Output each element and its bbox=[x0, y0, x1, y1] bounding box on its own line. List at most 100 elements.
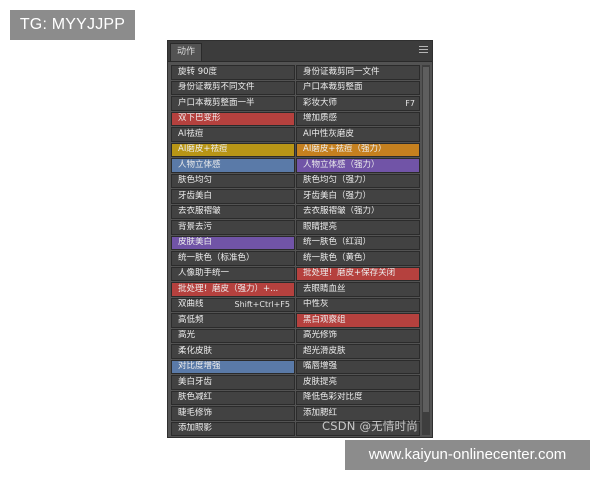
action-button[interactable]: 皮肤美白 bbox=[171, 235, 295, 250]
tab-actions[interactable]: 动作 bbox=[170, 43, 203, 61]
action-label: 人像助手统一 bbox=[178, 268, 230, 279]
action-button[interactable]: 高光修饰 bbox=[296, 328, 420, 343]
action-label: 批处理！磨皮（强力）+... bbox=[178, 283, 279, 294]
action-button[interactable]: 户口本裁剪整面 bbox=[296, 80, 420, 95]
scrollbar-thumb[interactable] bbox=[423, 67, 429, 412]
action-button[interactable]: 双下巴变形 bbox=[171, 111, 295, 126]
action-label: 睫毛修饰 bbox=[178, 407, 213, 418]
tg-badge: TG: MYYJJPP bbox=[10, 10, 135, 40]
action-button[interactable]: 降低色彩对比度 bbox=[296, 390, 420, 405]
action-label: 统一肤色（红润） bbox=[303, 237, 372, 248]
hamburger-menu-icon[interactable] bbox=[419, 46, 428, 55]
action-button[interactable]: 高光 bbox=[171, 328, 295, 343]
action-label: 户口本裁剪整面 bbox=[303, 82, 363, 93]
action-button[interactable]: 批处理！磨皮+保存关闭 bbox=[296, 266, 420, 281]
action-label: 去衣服褶皱 bbox=[178, 206, 221, 217]
action-label: 中性灰 bbox=[303, 299, 329, 310]
action-label: 对比度增强 bbox=[178, 361, 221, 372]
action-button[interactable]: 高低频 bbox=[171, 313, 295, 328]
action-button[interactable]: AI中性灰磨皮 bbox=[296, 127, 420, 142]
action-label: AI磨皮+祛痘 bbox=[178, 144, 228, 155]
action-label: 人物立体感（强力） bbox=[303, 159, 380, 170]
action-button[interactable]: 去眼睛血丝 bbox=[296, 282, 420, 297]
watermark: CSDN @无情时尚 bbox=[322, 419, 418, 433]
scrollbar[interactable] bbox=[422, 65, 430, 435]
action-button[interactable]: 人物立体感（强力） bbox=[296, 158, 420, 173]
action-label: 牙齿美白 bbox=[178, 190, 213, 201]
action-label: 黑白观察组 bbox=[303, 314, 346, 325]
action-button[interactable]: 黑白观察组 bbox=[296, 313, 420, 328]
url-badge: www.kaiyun-onlinecenter.com bbox=[345, 440, 590, 470]
action-button[interactable]: 身份证裁剪同一文件 bbox=[296, 65, 420, 80]
action-shortcut: Shift+Ctrl+F5 bbox=[234, 300, 290, 310]
actions-panel: 动作 旋转 90度 身份证裁剪同一文件身份证裁剪不同文件 户口本裁剪整面户口本裁剪整… bbox=[167, 40, 433, 438]
action-label: AI磨皮+祛痘（强力） bbox=[303, 144, 387, 155]
action-button[interactable]: 眼睛提亮 bbox=[296, 220, 420, 235]
action-button[interactable]: 统一肤色（黄色） bbox=[296, 251, 420, 266]
action-label: 皮肤提亮 bbox=[303, 376, 338, 387]
action-button[interactable]: 旋转 90度 bbox=[171, 65, 295, 80]
action-button[interactable]: 去衣服褶皱（强力） bbox=[296, 204, 420, 219]
action-button[interactable]: 户口本裁剪整面一半 bbox=[171, 96, 295, 111]
action-label: 降低色彩对比度 bbox=[303, 392, 363, 403]
action-label: 身份证裁剪不同文件 bbox=[178, 82, 255, 93]
action-button[interactable]: 嘴唇增强 bbox=[296, 359, 420, 374]
action-button[interactable]: 肤色均匀 bbox=[171, 173, 295, 188]
action-label: 背景去污 bbox=[178, 221, 213, 232]
action-label: 超光滑皮肤 bbox=[303, 345, 346, 356]
action-button-grid: 旋转 90度 身份证裁剪同一文件身份证裁剪不同文件 户口本裁剪整面户口本裁剪整面一半… bbox=[171, 65, 421, 437]
action-button[interactable]: 皮肤提亮 bbox=[296, 375, 420, 390]
action-label: 肤色减红 bbox=[178, 392, 213, 403]
action-button[interactable]: 柔化皮肤 bbox=[171, 344, 295, 359]
action-button[interactable]: 牙齿美白 bbox=[171, 189, 295, 204]
action-button[interactable]: 彩妆大师 F7 bbox=[296, 96, 420, 111]
action-button[interactable]: 美白牙齿 bbox=[171, 375, 295, 390]
action-label: 人物立体感 bbox=[178, 159, 221, 170]
action-button[interactable]: 牙齿美白（强力） bbox=[296, 189, 420, 204]
action-label: 高光修饰 bbox=[303, 330, 338, 341]
action-label: AI中性灰磨皮 bbox=[303, 128, 354, 139]
action-label: 去衣服褶皱（强力） bbox=[303, 206, 380, 217]
action-button[interactable]: 双曲线 Shift+Ctrl+F5 bbox=[171, 297, 295, 312]
action-label: 眼睛提亮 bbox=[303, 221, 338, 232]
action-button[interactable]: 增加质感 bbox=[296, 111, 420, 126]
action-label: 肤色均匀 bbox=[178, 175, 213, 186]
action-button[interactable]: AI磨皮+祛痘（强力） bbox=[296, 142, 420, 157]
action-label: 柔化皮肤 bbox=[178, 345, 213, 356]
panel-header: 动作 bbox=[168, 41, 432, 62]
action-button[interactable]: 统一肤色（标准色） bbox=[171, 251, 295, 266]
action-button[interactable]: AI磨皮+祛痘 bbox=[171, 142, 295, 157]
action-button[interactable]: 背景去污 bbox=[171, 220, 295, 235]
action-label: 统一肤色（黄色） bbox=[303, 252, 372, 263]
action-label: 高低频 bbox=[178, 314, 204, 325]
action-button[interactable]: 去衣服褶皱 bbox=[171, 204, 295, 219]
action-button[interactable]: 人像助手统一 bbox=[171, 266, 295, 281]
action-label: 批处理！磨皮+保存关闭 bbox=[303, 268, 396, 279]
action-button[interactable]: 批处理！磨皮（强力）+... bbox=[171, 282, 295, 297]
action-label: 双曲线 bbox=[178, 299, 204, 310]
action-button[interactable]: 睫毛修饰 bbox=[171, 406, 295, 421]
action-shortcut: F7 bbox=[405, 98, 415, 108]
action-button[interactable]: 统一肤色（红润） bbox=[296, 235, 420, 250]
action-button[interactable]: 肤色减红 bbox=[171, 390, 295, 405]
action-label: 嘴唇增强 bbox=[303, 361, 338, 372]
action-button[interactable]: 身份证裁剪不同文件 bbox=[171, 80, 295, 95]
action-label: 高光 bbox=[178, 330, 196, 341]
action-label: 户口本裁剪整面一半 bbox=[178, 97, 255, 108]
action-label: 彩妆大师 bbox=[303, 97, 338, 108]
action-button[interactable]: 添加眼影 bbox=[171, 421, 295, 436]
action-button[interactable]: AI祛痘 bbox=[171, 127, 295, 142]
action-button[interactable]: 中性灰 bbox=[296, 297, 420, 312]
action-button[interactable]: 人物立体感 bbox=[171, 158, 295, 173]
action-button[interactable]: 肤色均匀（强力） bbox=[296, 173, 420, 188]
action-label: 统一肤色（标准色） bbox=[178, 252, 255, 263]
action-label: 牙齿美白（强力） bbox=[303, 190, 372, 201]
action-label: 增加质感 bbox=[303, 113, 338, 124]
action-label: 旋转 90度 bbox=[178, 66, 218, 77]
action-label: 肤色均匀（强力） bbox=[303, 175, 372, 186]
action-button[interactable]: 对比度增强 bbox=[171, 359, 295, 374]
action-label: 去眼睛血丝 bbox=[303, 283, 346, 294]
action-label: 双下巴变形 bbox=[178, 113, 221, 124]
action-button[interactable]: 超光滑皮肤 bbox=[296, 344, 420, 359]
action-label: 添加眼影 bbox=[178, 423, 213, 434]
